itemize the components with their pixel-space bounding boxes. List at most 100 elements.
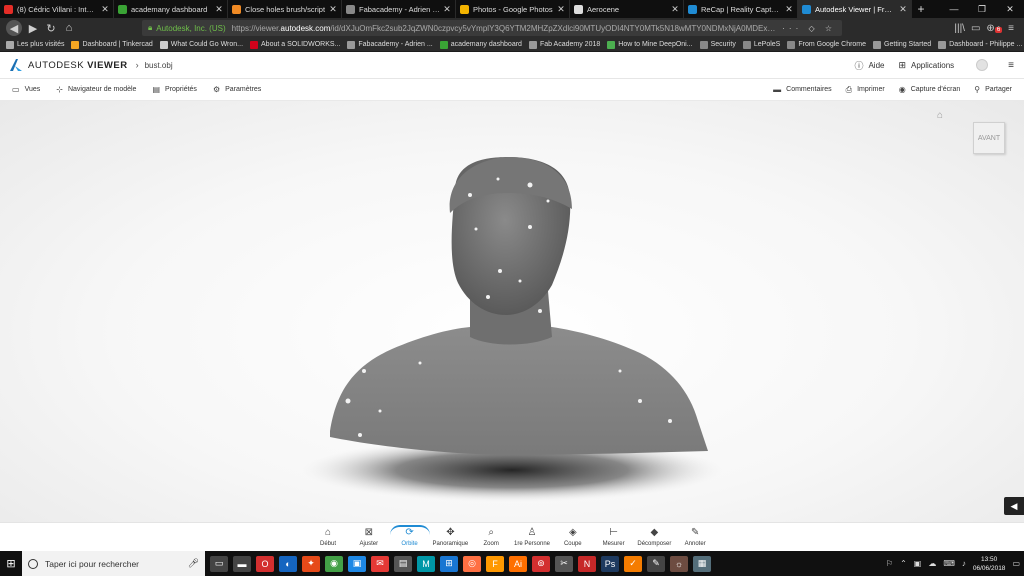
browser-tab[interactable]: Fabacademy - Adrien Centonze✕ [342,0,456,18]
home-icon[interactable]: ⌂ [60,19,78,37]
taskbar-search[interactable]: Taper ici pour rechercher 🎤︎ [22,551,205,576]
tool-coupe-button[interactable]: ◈ Coupe [553,527,593,547]
taskbar-app-icon[interactable]: ▭ [210,555,228,572]
browser-tab[interactable]: Aerocene ✕ [570,0,684,18]
bookmark-item[interactable]: What Could Go Wron... [159,40,243,49]
tool-1re-personne-button[interactable]: ♙ 1re Personne [512,527,552,547]
clock[interactable]: 13:50 06/06/2018 [973,555,1006,573]
toolbar-vues-button[interactable]: ▭ Vues [12,85,40,94]
taskbar-app-icon[interactable]: ✂ [555,555,573,572]
tool-zoom-button[interactable]: ⌕ Zoom [471,527,511,547]
new-tab-button[interactable]: + [912,0,930,18]
tray-icon[interactable]: ⌃ [900,559,907,568]
hamburger-menu-icon[interactable]: ≡ [1008,60,1014,71]
toolbar-commentaires-button[interactable]: ▬ Commentaires [773,85,832,95]
tab-close-icon[interactable]: ✕ [329,4,337,15]
taskbar-app-icon[interactable]: ◐ [279,555,297,572]
taskbar-app-icon[interactable]: ✦ [302,555,320,572]
windows-start-icon[interactable]: ⊞ [0,551,22,576]
taskbar-app-icon[interactable]: Ai [509,555,527,572]
browser-tab[interactable]: academany dashboard ✕ [114,0,228,18]
help-button[interactable]: ⓘ Aide [854,59,884,72]
feedback-icon[interactable]: ◀ [1004,497,1024,515]
tab-close-icon[interactable]: ✕ [101,4,109,15]
bookmark-item[interactable]: Fab Academy 2018 [528,40,600,49]
taskbar-app-icon[interactable]: ▣ [348,555,366,572]
taskbar-app-icon[interactable]: ✎ [647,555,665,572]
tool-annoter-button[interactable]: ✎ Annoter [675,527,715,547]
address-bar[interactable]: 🔒︎ Autodesk, Inc. (US) https://viewer.au… [142,20,842,36]
browser-tab[interactable]: Autodesk Viewer | Free Online✕ [798,0,912,18]
taskbar-app-icon[interactable]: ▤ [394,555,412,572]
menu-icon[interactable]: ≡ [1008,23,1014,34]
taskbar-app-icon[interactable]: ✓ [624,555,642,572]
tab-close-icon[interactable]: ✕ [557,4,565,15]
toolbar-proprietes-button[interactable]: ▤ Propriétés [152,85,196,94]
forward-arrow-icon[interactable]: ▶ [24,19,42,37]
tray-icon[interactable]: ▣ [914,559,922,568]
toolbar-partager-button[interactable]: ⚲ Partager [974,85,1012,95]
sidebar-icon[interactable]: ▭ [971,23,980,34]
library-icon[interactable]: |||\ [954,23,965,34]
avatar[interactable] [976,59,989,71]
tab-close-icon[interactable]: ✕ [899,4,907,15]
taskbar-app-icon[interactable]: ☼ [670,555,688,572]
microphone-icon[interactable]: 🎤︎ [188,558,199,569]
tool-decomposer-button[interactable]: ◆ Décomposer [634,527,674,547]
maximize-icon[interactable]: ❐ [968,0,996,18]
applications-button[interactable]: ⊞ Applications [898,60,954,71]
toolbar-parametres-button[interactable]: ⚙ Paramètres [213,85,261,94]
bookmark-item[interactable]: Les plus visités [6,40,64,49]
taskbar-app-icon[interactable]: Ps [601,555,619,572]
bookmark-item[interactable]: How to Mine DeepOni... [607,40,693,49]
tool-mesurer-button[interactable]: ⊢ Mesurer [594,527,634,547]
bookmark-item[interactable]: From Google Chrome [787,40,866,49]
bookmark-item[interactable]: LePoleS [742,40,780,49]
bookmark-item[interactable]: Getting Started [873,40,931,49]
taskbar-app-icon[interactable]: ⊞ [440,555,458,572]
tool-orbite-button[interactable]: ⟳ Orbite [389,525,430,547]
taskbar-app-icon[interactable]: ◎ [463,555,481,572]
browser-tab[interactable]: ReCap | Reality Capture And 3✕ [684,0,798,18]
browser-tab[interactable]: (8) Cédric Villani : Intelligence✕ [0,0,114,18]
taskbar-app-icon[interactable]: O [256,555,274,572]
toolbar-navigateur-de-modele-button[interactable]: ⊹ Navigateur de modèle [56,85,136,94]
tab-close-icon[interactable]: ✕ [671,4,679,15]
autodesk-logo[interactable]: AUTODESK VIEWER [10,59,128,71]
tool-ajuster-button[interactable]: ⊠ Ajuster [349,527,389,547]
reload-icon[interactable]: ↻ [42,19,60,37]
view-cube[interactable]: AVANT [973,122,1005,154]
taskbar-app-icon[interactable]: ▦ [693,555,711,572]
back-arrow-icon[interactable]: ◀ [6,20,22,36]
tray-icon[interactable]: ⚐ [886,559,893,568]
bookmark-item[interactable]: academany dashboard [439,40,522,49]
close-window-icon[interactable]: ✕ [996,0,1024,18]
taskbar-app-icon[interactable]: ✉ [371,555,389,572]
bust-model[interactable] [0,101,1024,522]
tab-close-icon[interactable]: ✕ [785,4,793,15]
tray-icon[interactable]: ♪ [962,559,966,568]
bookmark-item[interactable]: About a SOLIDWORKS... [250,40,340,49]
tray-icon[interactable]: ☁ [928,559,936,568]
taskbar-app-icon[interactable]: ◉ [325,555,343,572]
browser-tab[interactable]: Photos - Google Photos ✕ [456,0,570,18]
home-view-icon[interactable]: ⌂ [937,110,943,121]
tab-close-icon[interactable]: ✕ [443,4,451,15]
taskbar-app-icon[interactable]: ▬ [233,555,251,572]
bookmark-item[interactable]: Fabacademy - Adrien ... [347,40,433,49]
extension-icon[interactable]: ⊕ 6 [986,23,1003,34]
toolbar-capture-d-ecran-button[interactable]: ◉ Capture d'écran [899,85,961,95]
browser-tab[interactable]: Close holes brush/script ✕ [228,0,342,18]
tool-debut-button[interactable]: ⌂ Début [308,527,348,547]
notifications-icon[interactable]: ▭ [1012,559,1020,568]
3d-viewport[interactable]: ⌂ AVANT ◀ [0,101,1024,522]
address-bar-actions[interactable]: ··· ◇ ☆ [782,24,836,33]
taskbar-app-icon[interactable]: F [486,555,504,572]
taskbar-app-icon[interactable]: ⊚ [532,555,550,572]
bookmark-item[interactable]: Dashboard | Tinkercad [71,40,153,49]
minimize-icon[interactable]: — [940,0,968,18]
bookmark-item[interactable]: Security [699,40,736,49]
taskbar-app-icon[interactable]: M [417,555,435,572]
tray-icon[interactable]: ⌨ [943,559,955,568]
tool-panoramique-button[interactable]: ✥ Panoramique [430,527,470,547]
